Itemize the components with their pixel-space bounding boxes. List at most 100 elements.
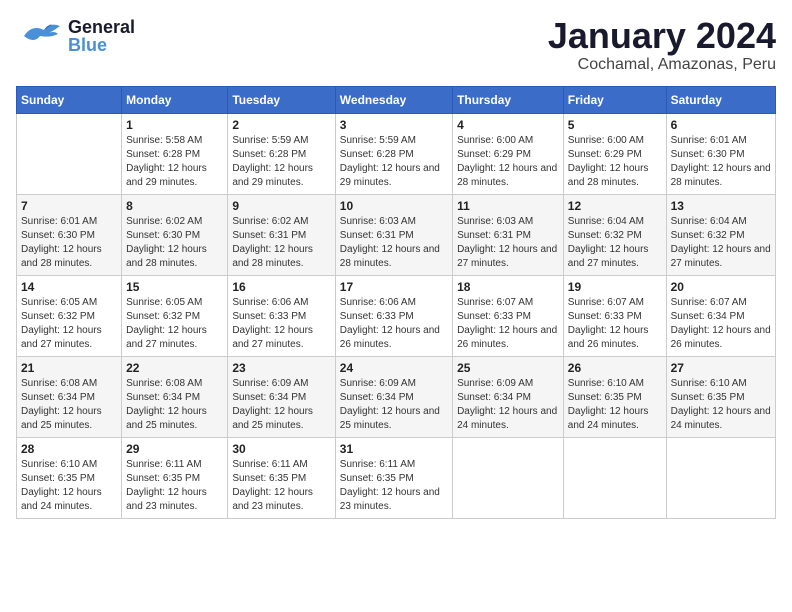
day-number: 7	[21, 199, 117, 213]
calendar-week-5: 28Sunrise: 6:10 AMSunset: 6:35 PMDayligh…	[17, 437, 776, 518]
day-number: 23	[232, 361, 330, 375]
calendar-cell: 8 Sunrise: 6:02 AMSunset: 6:30 PMDaylight…	[122, 194, 228, 275]
day-number: 21	[21, 361, 117, 375]
day-info: Sunrise: 6:09 AMSunset: 6:34 PMDaylight:…	[232, 378, 313, 431]
day-info: Sunrise: 6:05 AMSunset: 6:32 PMDaylight:…	[21, 297, 102, 350]
calendar-cell: 27 Sunrise: 6:10 AMSunset: 6:35 PMDayligh…	[666, 356, 775, 437]
weekday-header-tuesday: Tuesday	[228, 86, 335, 113]
calendar-week-3: 14 Sunrise: 6:05 AMSunset: 6:32 PMDayligh…	[17, 275, 776, 356]
subtitle: Cochamal, Amazonas, Peru	[548, 56, 776, 74]
calendar-cell	[453, 437, 564, 518]
day-number: 26	[568, 361, 662, 375]
calendar-cell: 10Sunrise: 6:03 AMSunset: 6:31 PMDayligh…	[335, 194, 452, 275]
calendar-cell: 4 Sunrise: 6:00 AMSunset: 6:29 PMDaylight…	[453, 113, 564, 194]
calendar-cell: 24 Sunrise: 6:09 AMSunset: 6:34 PMDayligh…	[335, 356, 452, 437]
header: General Blue January 2024 Cochamal, Amaz…	[16, 16, 776, 74]
logo-blue: Blue	[68, 36, 135, 54]
calendar-cell: 7 Sunrise: 6:01 AMSunset: 6:30 PMDaylight…	[17, 194, 122, 275]
day-info: Sunrise: 6:07 AMSunset: 6:33 PMDaylight:…	[457, 297, 557, 350]
calendar-cell: 1 Sunrise: 5:58 AMSunset: 6:28 PMDaylight…	[122, 113, 228, 194]
day-number: 19	[568, 280, 662, 294]
page-container: General Blue January 2024 Cochamal, Amaz…	[0, 0, 792, 527]
day-info: Sunrise: 6:02 AMSunset: 6:31 PMDaylight:…	[232, 216, 313, 269]
day-info: Sunrise: 6:08 AMSunset: 6:34 PMDaylight:…	[126, 378, 207, 431]
day-number: 11	[457, 199, 559, 213]
day-number: 2	[232, 118, 330, 132]
day-info: Sunrise: 6:10 AMSunset: 6:35 PMDaylight:…	[568, 378, 649, 431]
day-info: Sunrise: 6:01 AMSunset: 6:30 PMDaylight:…	[671, 135, 771, 188]
day-number: 13	[671, 199, 771, 213]
weekday-header-sunday: Sunday	[17, 86, 122, 113]
calendar-week-1: 1 Sunrise: 5:58 AMSunset: 6:28 PMDaylight…	[17, 113, 776, 194]
calendar-week-4: 21 Sunrise: 6:08 AMSunset: 6:34 PMDayligh…	[17, 356, 776, 437]
calendar-cell	[17, 113, 122, 194]
logo-text: General Blue	[68, 18, 135, 54]
day-info: Sunrise: 6:10 AMSunset: 6:35 PMDaylight:…	[21, 459, 102, 512]
day-number: 18	[457, 280, 559, 294]
day-info: Sunrise: 6:10 AMSunset: 6:35 PMDaylight:…	[671, 378, 771, 431]
day-number: 4	[457, 118, 559, 132]
calendar-cell: 22 Sunrise: 6:08 AMSunset: 6:34 PMDayligh…	[122, 356, 228, 437]
day-info: Sunrise: 6:04 AMSunset: 6:32 PMDaylight:…	[671, 216, 771, 269]
day-number: 20	[671, 280, 771, 294]
weekday-header-thursday: Thursday	[453, 86, 564, 113]
day-info: Sunrise: 6:11 AMSunset: 6:35 PMDaylight:…	[126, 459, 207, 512]
day-number: 22	[126, 361, 223, 375]
calendar-cell: 3 Sunrise: 5:59 AMSunset: 6:28 PMDaylight…	[335, 113, 452, 194]
day-number: 6	[671, 118, 771, 132]
day-number: 10	[340, 199, 448, 213]
day-number: 15	[126, 280, 223, 294]
day-info: Sunrise: 6:07 AMSunset: 6:34 PMDaylight:…	[671, 297, 771, 350]
day-info: Sunrise: 6:03 AMSunset: 6:31 PMDaylight:…	[457, 216, 557, 269]
calendar-cell: 12Sunrise: 6:04 AMSunset: 6:32 PMDayligh…	[563, 194, 666, 275]
calendar-cell: 2 Sunrise: 5:59 AMSunset: 6:28 PMDaylight…	[228, 113, 335, 194]
day-info: Sunrise: 5:59 AMSunset: 6:28 PMDaylight:…	[232, 135, 313, 188]
day-number: 29	[126, 442, 223, 456]
weekday-header-saturday: Saturday	[666, 86, 775, 113]
day-info: Sunrise: 6:01 AMSunset: 6:30 PMDaylight:…	[21, 216, 102, 269]
title-block: January 2024 Cochamal, Amazonas, Peru	[548, 16, 776, 74]
day-number: 14	[21, 280, 117, 294]
calendar-cell: 30 Sunrise: 6:11 AMSunset: 6:35 PMDayligh…	[228, 437, 335, 518]
day-info: Sunrise: 6:06 AMSunset: 6:33 PMDaylight:…	[340, 297, 440, 350]
calendar-cell: 17 Sunrise: 6:06 AMSunset: 6:33 PMDayligh…	[335, 275, 452, 356]
day-number: 31	[340, 442, 448, 456]
calendar-cell: 25Sunrise: 6:09 AMSunset: 6:34 PMDayligh…	[453, 356, 564, 437]
day-info: Sunrise: 6:04 AMSunset: 6:32 PMDaylight:…	[568, 216, 649, 269]
calendar-week-2: 7 Sunrise: 6:01 AMSunset: 6:30 PMDaylight…	[17, 194, 776, 275]
calendar-cell: 13 Sunrise: 6:04 AMSunset: 6:32 PMDayligh…	[666, 194, 775, 275]
day-number: 1	[126, 118, 223, 132]
day-info: Sunrise: 5:59 AMSunset: 6:28 PMDaylight:…	[340, 135, 440, 188]
weekday-header-wednesday: Wednesday	[335, 86, 452, 113]
weekday-header-friday: Friday	[563, 86, 666, 113]
calendar-cell: 29 Sunrise: 6:11 AMSunset: 6:35 PMDayligh…	[122, 437, 228, 518]
day-info: Sunrise: 5:58 AMSunset: 6:28 PMDaylight:…	[126, 135, 207, 188]
calendar-cell	[563, 437, 666, 518]
calendar-cell: 26 Sunrise: 6:10 AMSunset: 6:35 PMDayligh…	[563, 356, 666, 437]
day-number: 25	[457, 361, 559, 375]
day-info: Sunrise: 6:06 AMSunset: 6:33 PMDaylight:…	[232, 297, 313, 350]
calendar-cell: 11 Sunrise: 6:03 AMSunset: 6:31 PMDayligh…	[453, 194, 564, 275]
day-number: 24	[340, 361, 448, 375]
day-info: Sunrise: 6:02 AMSunset: 6:30 PMDaylight:…	[126, 216, 207, 269]
calendar-cell: 15 Sunrise: 6:05 AMSunset: 6:32 PMDayligh…	[122, 275, 228, 356]
calendar-cell: 28Sunrise: 6:10 AMSunset: 6:35 PMDayligh…	[17, 437, 122, 518]
day-number: 3	[340, 118, 448, 132]
day-info: Sunrise: 6:11 AMSunset: 6:35 PMDaylight:…	[232, 459, 313, 512]
calendar-cell: 9 Sunrise: 6:02 AMSunset: 6:31 PMDaylight…	[228, 194, 335, 275]
calendar-cell: 14 Sunrise: 6:05 AMSunset: 6:32 PMDayligh…	[17, 275, 122, 356]
day-number: 27	[671, 361, 771, 375]
logo: General Blue	[16, 16, 135, 56]
day-info: Sunrise: 6:00 AMSunset: 6:29 PMDaylight:…	[457, 135, 557, 188]
day-number: 30	[232, 442, 330, 456]
calendar-cell: 31Sunrise: 6:11 AMSunset: 6:35 PMDayligh…	[335, 437, 452, 518]
day-number: 8	[126, 199, 223, 213]
day-info: Sunrise: 6:05 AMSunset: 6:32 PMDaylight:…	[126, 297, 207, 350]
day-number: 17	[340, 280, 448, 294]
logo-bird-icon	[16, 16, 64, 56]
calendar-cell: 6 Sunrise: 6:01 AMSunset: 6:30 PMDaylight…	[666, 113, 775, 194]
day-number: 9	[232, 199, 330, 213]
day-info: Sunrise: 6:09 AMSunset: 6:34 PMDaylight:…	[340, 378, 440, 431]
main-title: January 2024	[548, 16, 776, 56]
logo-general: General	[68, 18, 135, 36]
